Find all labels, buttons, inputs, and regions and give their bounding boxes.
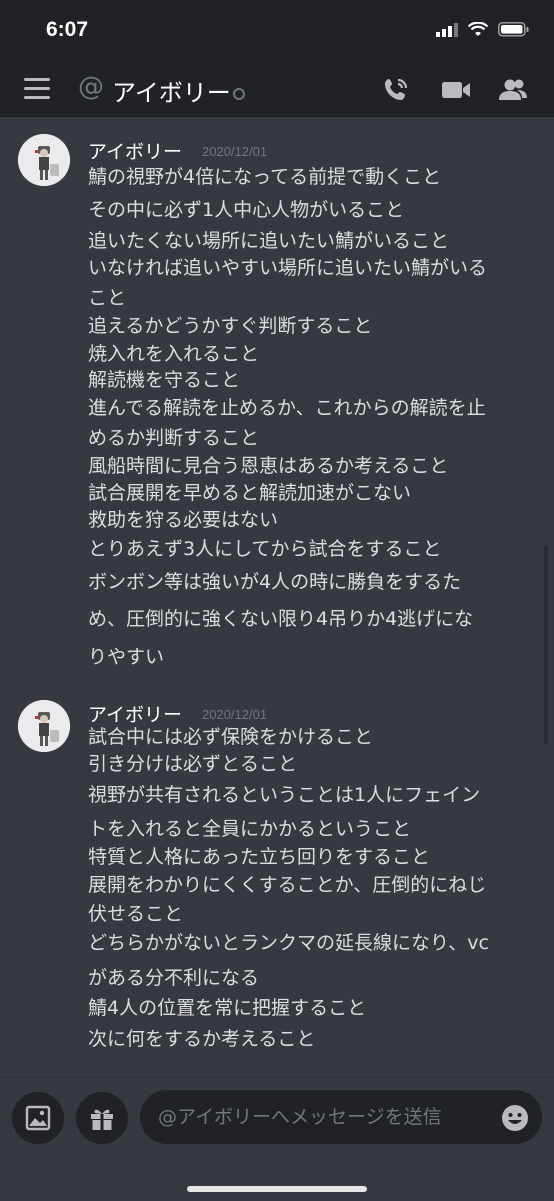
message-line: 展開をわかりにくくすることか、圧倒的にねじ bbox=[88, 874, 487, 896]
message-line: 鯖の視野が4倍になってる前提で動くこと bbox=[88, 166, 442, 188]
channel-name: アイボリー bbox=[112, 79, 231, 107]
voice-call-icon[interactable] bbox=[380, 74, 412, 106]
offline-status-icon bbox=[233, 88, 245, 100]
username[interactable]: アイボリー bbox=[88, 700, 182, 727]
avatar-image bbox=[18, 700, 70, 752]
message-line: ボンボン等は強いが4人の時に勝負をするた bbox=[88, 571, 462, 593]
username[interactable]: アイボリー bbox=[88, 137, 182, 164]
status-time: 6:07 bbox=[46, 18, 89, 41]
gift-button[interactable] bbox=[76, 1092, 128, 1144]
avatar-image bbox=[18, 134, 70, 186]
message-line: こと bbox=[88, 287, 127, 309]
message-line: め、圧倒的に強くない限り4吊りか4逃げにな bbox=[88, 608, 474, 630]
scrollbar[interactable] bbox=[544, 545, 548, 745]
avatar[interactable] bbox=[18, 700, 70, 752]
message-line: いなければ追いやすい場所に追いたい鯖がいる bbox=[88, 257, 488, 279]
status-icons bbox=[436, 22, 530, 37]
battery-icon bbox=[498, 22, 529, 37]
emoji-icon[interactable] bbox=[500, 1103, 530, 1133]
message-line: 進んでる解読を止めるか、これからの解読を止 bbox=[88, 397, 486, 419]
message-line: 視野が共有されるということは1人にフェイン bbox=[88, 784, 481, 806]
image-icon bbox=[25, 1105, 51, 1131]
message-line: 救助を狩る必要はない bbox=[88, 509, 279, 531]
gift-icon bbox=[91, 1109, 113, 1130]
message-line: 特質と人格にあった立ち回りをすること bbox=[88, 846, 431, 868]
message-line: めるか判断すること bbox=[88, 427, 260, 449]
message-composer bbox=[0, 1077, 554, 1201]
at-icon: @ bbox=[78, 72, 104, 102]
message-line: 焼入れを入れること bbox=[88, 343, 260, 365]
status-bar: 6:07 bbox=[0, 0, 554, 62]
message-line: トを入れると全員にかかるということ bbox=[88, 818, 412, 840]
message-input[interactable] bbox=[140, 1090, 542, 1144]
message-line: 解読機を守ること bbox=[88, 369, 241, 391]
image-upload-button[interactable] bbox=[12, 1092, 64, 1144]
message-line: 追いたくない場所に追いたい鯖がいること bbox=[88, 230, 450, 252]
message-line: 試合中には必ず保険をかけること bbox=[88, 726, 374, 748]
home-indicator[interactable] bbox=[187, 1186, 367, 1192]
message-line: その中に必ず1人中心人物がいること bbox=[88, 199, 405, 221]
message-line: 引き分けは必ずとること bbox=[88, 753, 298, 775]
message-line: 追えるかどうかすぐ判断すること bbox=[88, 315, 373, 337]
message-line: 次に何をするか考えること bbox=[88, 1028, 316, 1050]
wifi-icon bbox=[468, 22, 488, 36]
message-line: 試合展開を早めると解読加速がこない bbox=[88, 482, 412, 504]
menu-icon[interactable] bbox=[24, 78, 50, 100]
avatar[interactable] bbox=[18, 134, 70, 186]
message-list[interactable]: アイボリー 2020/12/01 鯖の視野が4倍になってる前提で動くこと その中… bbox=[0, 117, 554, 1077]
message-line: どちらかがないとランクマの延長線になり、vc bbox=[88, 932, 489, 954]
message-line: がある分不利になる bbox=[88, 967, 260, 989]
members-icon[interactable] bbox=[497, 74, 529, 106]
channel-header: @ アイボリー bbox=[0, 62, 554, 117]
message-line: 鯖4人の位置を常に把握すること bbox=[88, 997, 367, 1019]
signal-icon bbox=[436, 22, 458, 37]
timestamp: 2020/12/01 bbox=[202, 144, 268, 159]
timestamp: 2020/12/01 bbox=[202, 707, 268, 722]
message-line: とりあえず3人にしてから試合をすること bbox=[88, 538, 442, 560]
video-call-icon[interactable] bbox=[440, 74, 472, 106]
message-line: りやすい bbox=[88, 646, 165, 668]
message-line: 風船時間に見合う恩恵はあるか考えること bbox=[88, 455, 449, 477]
message-line: 伏せること bbox=[88, 903, 184, 925]
